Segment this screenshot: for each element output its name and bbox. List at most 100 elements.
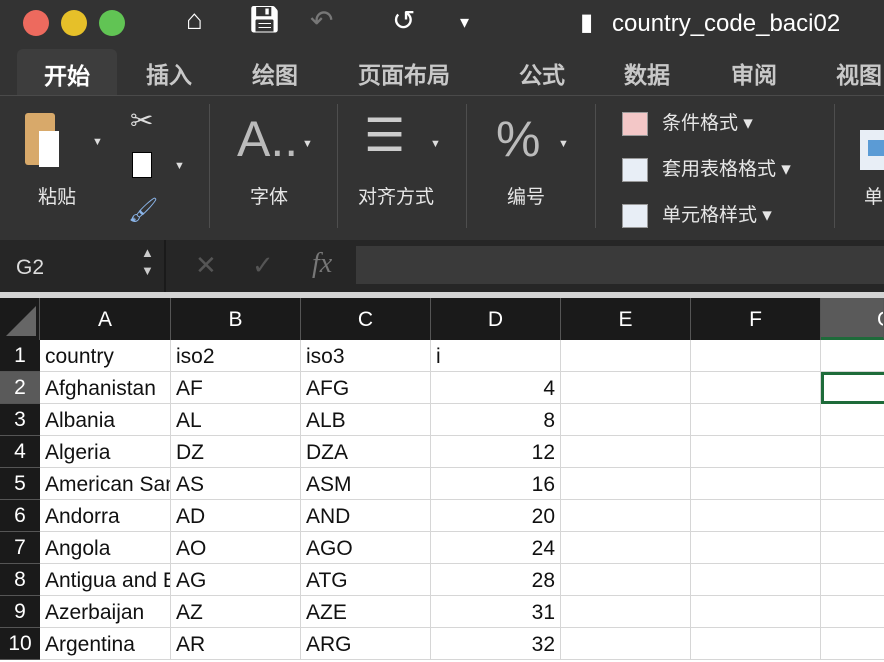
align-icon[interactable]: ☰: [364, 108, 405, 162]
cell-a1[interactable]: country: [40, 340, 171, 372]
cell-f5[interactable]: [691, 468, 821, 500]
font-icon[interactable]: A..: [237, 110, 298, 168]
paste-icon[interactable]: [25, 113, 59, 167]
cell-f2[interactable]: [691, 372, 821, 404]
tab-formulas[interactable]: 公式: [519, 56, 565, 90]
cell-a4[interactable]: Algeria: [40, 436, 171, 468]
cell-a8[interactable]: Antigua and Barbuda: [40, 564, 171, 596]
cell-g4[interactable]: [821, 436, 884, 468]
cell-styles-button[interactable]: 单元格样式 ▾: [622, 200, 772, 228]
row-header[interactable]: 5: [0, 468, 40, 500]
column-header-b[interactable]: B: [171, 298, 301, 340]
cell-d4[interactable]: 12: [431, 436, 561, 468]
cell-b7[interactable]: AO: [171, 532, 301, 564]
row-header[interactable]: 1: [0, 340, 40, 372]
cell-b6[interactable]: AD: [171, 500, 301, 532]
row-header[interactable]: 8: [0, 564, 40, 596]
cell-g8[interactable]: [821, 564, 884, 596]
chevron-down-icon[interactable]: ▼: [430, 138, 441, 150]
cell-e2[interactable]: [561, 372, 691, 404]
cell-f7[interactable]: [691, 532, 821, 564]
row-header[interactable]: 9: [0, 596, 40, 628]
percent-icon[interactable]: %: [496, 110, 540, 168]
cell-f1[interactable]: [691, 340, 821, 372]
cell-a5[interactable]: American Samoa: [40, 468, 171, 500]
fx-icon[interactable]: fx: [312, 248, 332, 280]
maximize-button[interactable]: [99, 10, 125, 36]
cell-a3[interactable]: Albania: [40, 404, 171, 436]
cell-c7[interactable]: AGO: [301, 532, 431, 564]
redo-icon[interactable]: ↺: [392, 4, 415, 37]
format-as-table-button[interactable]: 套用表格格式 ▾: [622, 154, 791, 182]
cell-d8[interactable]: 28: [431, 564, 561, 596]
cell-g9[interactable]: [821, 596, 884, 628]
cells-icon[interactable]: [860, 130, 884, 170]
cell-b10[interactable]: AR: [171, 628, 301, 660]
column-header-c[interactable]: C: [301, 298, 431, 340]
close-button[interactable]: [23, 10, 49, 36]
selected-cell-g2[interactable]: [821, 372, 884, 404]
tab-page-layout[interactable]: 页面布局: [358, 56, 450, 90]
name-box[interactable]: G2: [16, 256, 44, 280]
row-header[interactable]: 3: [0, 404, 40, 436]
cancel-icon[interactable]: ✕: [195, 250, 217, 281]
tab-review[interactable]: 审阅: [731, 56, 777, 90]
row-header[interactable]: 7: [0, 532, 40, 564]
cell-e7[interactable]: [561, 532, 691, 564]
cell-f4[interactable]: [691, 436, 821, 468]
cell-d5[interactable]: 16: [431, 468, 561, 500]
chevron-down-icon[interactable]: ▼: [174, 160, 185, 172]
cell-e4[interactable]: [561, 436, 691, 468]
cell-a2[interactable]: Afghanistan: [40, 372, 171, 404]
cell-a9[interactable]: Azerbaijan: [40, 596, 171, 628]
cell-c10[interactable]: ARG: [301, 628, 431, 660]
cell-c6[interactable]: AND: [301, 500, 431, 532]
cell-c4[interactable]: DZA: [301, 436, 431, 468]
cell-a7[interactable]: Angola: [40, 532, 171, 564]
cell-d1[interactable]: i: [431, 340, 561, 372]
formula-input[interactable]: [356, 246, 884, 284]
name-box-stepper[interactable]: ▲ ▼: [141, 244, 154, 280]
cell-e5[interactable]: [561, 468, 691, 500]
cell-d2[interactable]: 4: [431, 372, 561, 404]
conditional-format-button[interactable]: 条件格式 ▾: [622, 108, 753, 136]
cell-e3[interactable]: [561, 404, 691, 436]
home-icon[interactable]: ⌂: [186, 4, 203, 36]
tab-insert[interactable]: 插入: [146, 56, 192, 90]
cell-c5[interactable]: ASM: [301, 468, 431, 500]
row-header[interactable]: 6: [0, 500, 40, 532]
cell-f6[interactable]: [691, 500, 821, 532]
cell-g1[interactable]: [821, 340, 884, 372]
cell-c3[interactable]: ALB: [301, 404, 431, 436]
cell-b2[interactable]: AF: [171, 372, 301, 404]
cell-c9[interactable]: AZE: [301, 596, 431, 628]
column-header-g[interactable]: G: [821, 298, 884, 340]
column-header-a[interactable]: A: [40, 298, 171, 340]
cell-b5[interactable]: AS: [171, 468, 301, 500]
tab-home[interactable]: 开始: [17, 49, 117, 95]
copy-icon[interactable]: [132, 152, 152, 178]
select-all-button[interactable]: [0, 298, 40, 340]
tab-view[interactable]: 视图: [836, 56, 882, 90]
chevron-down-icon[interactable]: ▼: [558, 138, 569, 150]
cell-g10[interactable]: [821, 628, 884, 660]
customize-toolbar-icon[interactable]: ▾: [460, 12, 469, 33]
cell-f3[interactable]: [691, 404, 821, 436]
cell-f9[interactable]: [691, 596, 821, 628]
cell-d10[interactable]: 32: [431, 628, 561, 660]
cell-g3[interactable]: [821, 404, 884, 436]
cell-b9[interactable]: AZ: [171, 596, 301, 628]
cell-g7[interactable]: [821, 532, 884, 564]
cell-e10[interactable]: [561, 628, 691, 660]
cell-d3[interactable]: 8: [431, 404, 561, 436]
cell-b1[interactable]: iso2: [171, 340, 301, 372]
cell-b3[interactable]: AL: [171, 404, 301, 436]
cell-c1[interactable]: iso3: [301, 340, 431, 372]
cell-c2[interactable]: AFG: [301, 372, 431, 404]
scissors-icon[interactable]: ✂: [130, 104, 153, 137]
cell-g6[interactable]: [821, 500, 884, 532]
cell-c8[interactable]: ATG: [301, 564, 431, 596]
column-header-e[interactable]: E: [561, 298, 691, 340]
save-icon[interactable]: 💾︎: [248, 4, 281, 35]
cell-f8[interactable]: [691, 564, 821, 596]
